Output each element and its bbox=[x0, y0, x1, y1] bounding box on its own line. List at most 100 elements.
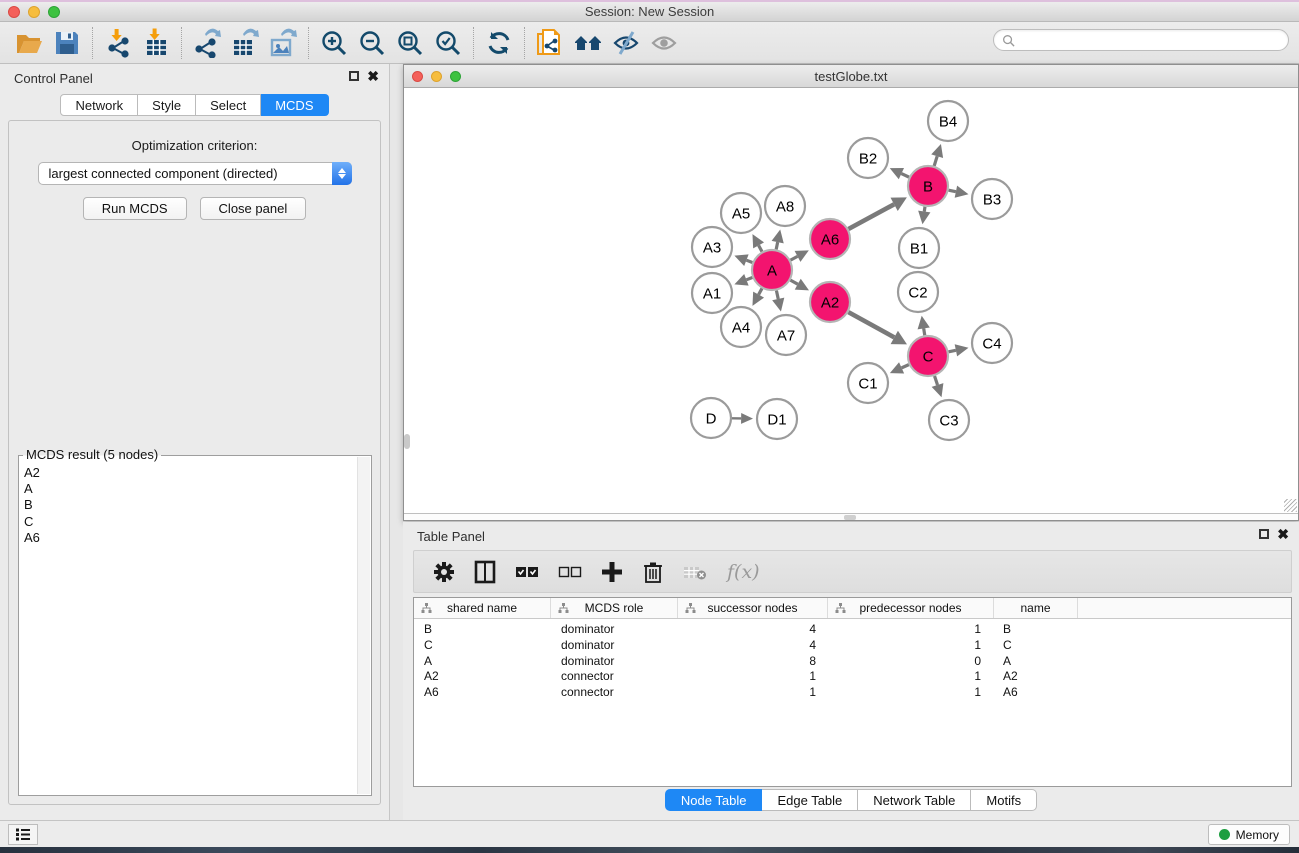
column-header[interactable]: successor nodes bbox=[678, 598, 828, 618]
column-header[interactable]: predecessor nodes bbox=[828, 598, 994, 618]
graph-node-A[interactable]: A bbox=[752, 250, 792, 290]
node-table[interactable]: shared nameMCDS rolesuccessor nodesprede… bbox=[413, 597, 1292, 787]
close-panel-icon[interactable]: ✖ bbox=[367, 71, 379, 81]
show-all-icon[interactable] bbox=[645, 25, 683, 61]
graph-node-A1[interactable]: A1 bbox=[692, 273, 732, 313]
hide-selected-icon[interactable] bbox=[607, 25, 645, 61]
table-cell[interactable]: 0 bbox=[828, 654, 994, 670]
table-row[interactable]: A2connector11A2 bbox=[414, 669, 1291, 685]
table-cell[interactable]: 4 bbox=[678, 622, 828, 638]
table-cell[interactable]: 1 bbox=[828, 669, 994, 685]
graph-node-B4[interactable]: B4 bbox=[928, 101, 968, 141]
table-cell[interactable]: 1 bbox=[828, 685, 994, 701]
table-cell[interactable]: C bbox=[414, 638, 551, 654]
export-network-icon[interactable] bbox=[188, 25, 226, 61]
graph-node-C2[interactable]: C2 bbox=[898, 272, 938, 312]
graph-node-D1[interactable]: D1 bbox=[757, 399, 797, 439]
column-header[interactable]: shared name bbox=[414, 598, 551, 618]
table-cell[interactable]: 1 bbox=[828, 638, 994, 654]
table-cell[interactable]: connector bbox=[551, 669, 678, 685]
graph-node-C4[interactable]: C4 bbox=[972, 323, 1012, 363]
delete-column-icon[interactable] bbox=[641, 560, 665, 584]
delete-table-icon[interactable] bbox=[682, 560, 710, 584]
table-settings-icon[interactable] bbox=[432, 560, 456, 584]
horizontal-scrollbar[interactable] bbox=[404, 513, 1298, 520]
export-table-icon[interactable] bbox=[226, 25, 264, 61]
table-cell[interactable]: A bbox=[994, 654, 1078, 670]
table-cell[interactable]: 4 bbox=[678, 638, 828, 654]
graph-node-C1[interactable]: C1 bbox=[848, 363, 888, 403]
graph-node-A6[interactable]: A6 bbox=[810, 219, 850, 259]
result-item[interactable]: C bbox=[20, 514, 357, 530]
first-neighbors-icon[interactable] bbox=[569, 25, 607, 61]
table-cell[interactable]: A2 bbox=[994, 669, 1078, 685]
graph-node-A2[interactable]: A2 bbox=[810, 282, 850, 322]
float-panel-icon[interactable] bbox=[349, 71, 359, 81]
tab-network[interactable]: Network bbox=[60, 94, 138, 116]
result-scrollbar[interactable] bbox=[357, 457, 370, 794]
table-cell[interactable]: A6 bbox=[994, 685, 1078, 701]
resize-grip-icon[interactable] bbox=[1284, 499, 1297, 512]
tab-edge-table[interactable]: Edge Table bbox=[762, 789, 858, 811]
table-cell[interactable]: B bbox=[414, 622, 551, 638]
function-builder-icon[interactable]: f(x) bbox=[727, 561, 760, 583]
table-panel-mode-icon[interactable] bbox=[473, 560, 497, 584]
table-cell[interactable]: dominator bbox=[551, 622, 678, 638]
graph-node-B2[interactable]: B2 bbox=[848, 138, 888, 178]
vertical-scrollbar-thumb[interactable] bbox=[404, 434, 410, 449]
close-table-panel-icon[interactable]: ✖ bbox=[1277, 529, 1289, 539]
graph-node-A5[interactable]: A5 bbox=[721, 193, 761, 233]
table-row[interactable]: Cdominator41C bbox=[414, 638, 1291, 654]
tab-node-table[interactable]: Node Table bbox=[665, 789, 763, 811]
table-row[interactable]: A6connector11A6 bbox=[414, 685, 1291, 701]
table-cell[interactable]: dominator bbox=[551, 638, 678, 654]
zoom-out-icon[interactable] bbox=[353, 25, 391, 61]
table-cell[interactable]: 1 bbox=[678, 685, 828, 701]
result-item[interactable]: A bbox=[20, 481, 357, 497]
table-cell[interactable]: A6 bbox=[414, 685, 551, 701]
graph-node-A7[interactable]: A7 bbox=[766, 315, 806, 355]
table-cell[interactable]: 1 bbox=[828, 622, 994, 638]
import-network-icon[interactable] bbox=[99, 25, 137, 61]
table-cell[interactable]: 8 bbox=[678, 654, 828, 670]
network-window-titlebar[interactable]: testGlobe.txt bbox=[404, 65, 1298, 88]
table-cell[interactable]: A bbox=[414, 654, 551, 670]
result-item[interactable]: A6 bbox=[20, 530, 357, 546]
graph-node-C[interactable]: C bbox=[908, 336, 948, 376]
graph-node-A8[interactable]: A8 bbox=[765, 186, 805, 226]
run-mcds-button[interactable]: Run MCDS bbox=[83, 197, 187, 220]
zoom-fit-icon[interactable] bbox=[391, 25, 429, 61]
table-cell[interactable]: C bbox=[994, 638, 1078, 654]
refresh-layout-icon[interactable] bbox=[480, 25, 518, 61]
zoom-selected-icon[interactable] bbox=[429, 25, 467, 61]
tab-select[interactable]: Select bbox=[196, 94, 261, 116]
select-all-icon[interactable] bbox=[514, 560, 540, 584]
tab-style[interactable]: Style bbox=[138, 94, 196, 116]
add-column-icon[interactable] bbox=[600, 560, 624, 584]
zoom-in-icon[interactable] bbox=[315, 25, 353, 61]
table-row[interactable]: Adominator80A bbox=[414, 654, 1291, 670]
save-session-icon[interactable] bbox=[48, 25, 86, 61]
memory-button[interactable]: Memory bbox=[1208, 824, 1290, 845]
table-cell[interactable]: dominator bbox=[551, 654, 678, 670]
clone-network-icon[interactable] bbox=[531, 25, 569, 61]
deselect-all-icon[interactable] bbox=[557, 560, 583, 584]
result-item[interactable]: A2 bbox=[20, 465, 357, 481]
column-header[interactable]: name bbox=[994, 598, 1078, 618]
criterion-dropdown[interactable]: largest connected component (directed) bbox=[38, 162, 352, 185]
graph-node-A4[interactable]: A4 bbox=[721, 307, 761, 347]
table-cell[interactable]: 1 bbox=[678, 669, 828, 685]
graph-node-B1[interactable]: B1 bbox=[899, 228, 939, 268]
tab-network-table[interactable]: Network Table bbox=[858, 789, 971, 811]
table-cell[interactable]: connector bbox=[551, 685, 678, 701]
table-cell[interactable]: B bbox=[994, 622, 1078, 638]
table-cell[interactable]: A2 bbox=[414, 669, 551, 685]
search-field[interactable] bbox=[993, 29, 1289, 51]
horizontal-scrollbar-thumb[interactable] bbox=[844, 515, 856, 520]
float-table-panel-icon[interactable] bbox=[1259, 529, 1269, 539]
search-input[interactable] bbox=[1015, 31, 1288, 49]
graph-node-B[interactable]: B bbox=[908, 166, 948, 206]
import-table-icon[interactable] bbox=[137, 25, 175, 61]
open-file-icon[interactable] bbox=[10, 25, 48, 61]
graph-node-D[interactable]: D bbox=[691, 398, 731, 438]
